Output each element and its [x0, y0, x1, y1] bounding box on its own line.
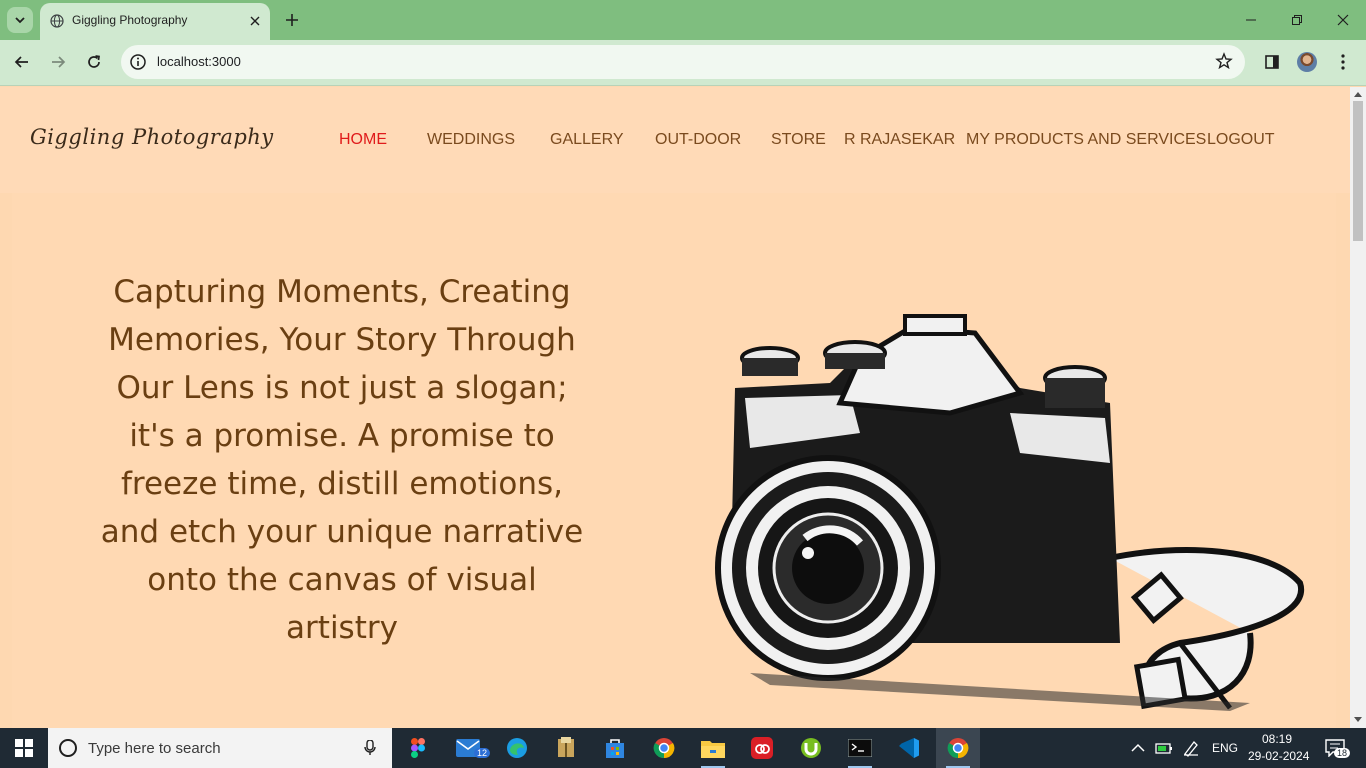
tab-close-button[interactable]: [246, 12, 264, 30]
notification-badge: 18: [1334, 748, 1351, 758]
address-bar[interactable]: localhost:3000: [121, 45, 1245, 79]
chrome-active-app[interactable]: [936, 728, 980, 768]
chrome-app[interactable]: [642, 728, 686, 768]
search-icon: [59, 739, 77, 757]
tab-search-button[interactable]: [7, 7, 33, 33]
arrow-right-icon: [52, 56, 66, 68]
taskbar-search[interactable]: Type here to search: [48, 728, 392, 768]
web-page: Giggling Photography HOME WEDDINGS GALLE…: [0, 87, 1350, 728]
site-header: Giggling Photography HOME WEDDINGS GALLE…: [0, 87, 1350, 193]
nav-weddings[interactable]: WEDDINGS: [427, 131, 515, 149]
terminal-app[interactable]: [838, 728, 882, 768]
scroll-up-arrow-icon[interactable]: [1354, 92, 1362, 97]
nav-store[interactable]: STORE: [771, 131, 826, 149]
battery-icon[interactable]: [1155, 741, 1173, 755]
browser-tab[interactable]: Giggling Photography: [40, 3, 270, 40]
kebab-menu-icon: [1341, 54, 1345, 70]
figma-icon: [411, 738, 425, 758]
restore-icon: [1292, 15, 1302, 25]
figma-app[interactable]: [396, 728, 440, 768]
menu-button[interactable]: [1330, 49, 1356, 75]
start-button[interactable]: [0, 728, 48, 768]
url-text[interactable]: localhost:3000: [157, 54, 241, 69]
minimize-button[interactable]: [1236, 6, 1266, 34]
vscode-icon: [899, 738, 919, 758]
mail-badge: 12: [474, 748, 491, 758]
reload-button[interactable]: [80, 48, 108, 76]
chevron-up-icon[interactable]: [1131, 743, 1145, 753]
edge-icon: [507, 738, 527, 758]
reload-icon: [88, 55, 100, 68]
info-icon[interactable]: [129, 53, 147, 71]
close-icon: [1337, 14, 1349, 26]
creative-cloud-app[interactable]: [740, 728, 784, 768]
creative-cloud-icon: [751, 737, 773, 759]
utorrent-icon: [801, 738, 821, 758]
minimize-icon: [1246, 19, 1256, 21]
folder-icon: [701, 741, 725, 758]
close-icon: [250, 16, 260, 26]
search-placeholder: Type here to search: [88, 740, 221, 757]
vscode-app[interactable]: [887, 728, 931, 768]
scrollbar-thumb[interactable]: [1353, 101, 1363, 241]
camera-viewfinder: [836, 325, 1025, 416]
clock-date[interactable]: 29-02-2024: [1248, 749, 1309, 763]
star-icon[interactable]: [1215, 52, 1233, 70]
shopping-bag-icon: [606, 739, 624, 758]
edge-app[interactable]: [495, 728, 539, 768]
browser-tab-bar: Giggling Photography: [0, 0, 1366, 40]
nav-home[interactable]: HOME: [339, 131, 387, 149]
taskbar: Type here to search 12 ENG 08:19 29-02-2…: [0, 728, 1366, 768]
camera-illustration: [715, 314, 1305, 711]
language-indicator[interactable]: ENG: [1212, 741, 1238, 755]
side-panel-button[interactable]: [1259, 49, 1285, 75]
globe-icon: [50, 14, 64, 28]
nav-user-name[interactable]: R RAJASEKAR: [844, 131, 955, 149]
nav-my-products-and-services[interactable]: MY PRODUCTS AND SERVICES: [966, 131, 1206, 149]
avatar: [1297, 52, 1317, 72]
file-explorer-app[interactable]: [691, 728, 735, 768]
site-logo[interactable]: Giggling Photography: [30, 125, 274, 149]
forward-button[interactable]: [44, 48, 72, 76]
profile-button[interactable]: [1294, 49, 1320, 75]
side-panel-icon: [1265, 55, 1279, 69]
chrome-icon: [653, 738, 675, 759]
terminal-icon: [848, 739, 872, 757]
windows-logo-icon: [15, 739, 33, 757]
utorrent-app[interactable]: [789, 728, 833, 768]
hero-slogan: Capturing Moments, Creating Memories, Yo…: [100, 274, 584, 646]
new-tab-button[interactable]: [280, 8, 304, 32]
archive-icon: [558, 737, 574, 757]
plus-icon: [286, 14, 298, 26]
microphone-icon[interactable]: [364, 740, 376, 756]
scroll-down-arrow-icon[interactable]: [1354, 717, 1362, 722]
nav-gallery[interactable]: GALLERY: [550, 131, 624, 149]
back-button[interactable]: [8, 48, 36, 76]
chevron-down-icon: [15, 17, 25, 24]
hero-section: Capturing Moments, Creating Memories, Yo…: [12, 193, 1336, 728]
browser-toolbar: localhost:3000: [0, 40, 1366, 86]
nav-logout[interactable]: LOGOUT: [1207, 131, 1275, 149]
close-window-button[interactable]: [1328, 6, 1358, 34]
restore-button[interactable]: [1282, 6, 1312, 34]
tab-title: Giggling Photography: [72, 13, 188, 27]
clock-time[interactable]: 08:19: [1262, 732, 1292, 746]
pen-icon[interactable]: [1182, 739, 1200, 757]
store-app[interactable]: [593, 728, 637, 768]
arrow-left-icon: [14, 56, 28, 68]
nav-out-door[interactable]: OUT-DOOR: [655, 131, 741, 149]
chrome-profile-icon: [947, 738, 969, 759]
page-scrollbar[interactable]: [1350, 87, 1366, 728]
mail-app[interactable]: 12: [446, 728, 491, 768]
file-manager-app[interactable]: [544, 728, 588, 768]
